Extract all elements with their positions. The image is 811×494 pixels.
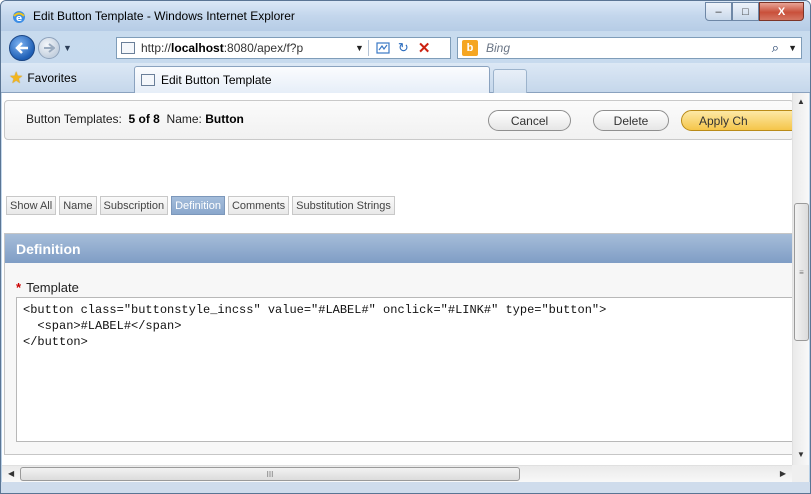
scroll-down-icon[interactable]: ▼ [797, 450, 805, 459]
vertical-scrollbar[interactable]: ▲ ≡ ▼ [792, 93, 809, 465]
scroll-right-icon[interactable]: ▶ [780, 469, 786, 478]
window-controls: – □ X [705, 2, 804, 21]
url-dropdown-icon[interactable]: ▼ [355, 43, 364, 53]
close-icon: X [777, 5, 786, 18]
tab-edit-button-template[interactable]: Edit Button Template [134, 66, 490, 93]
page-icon [121, 42, 135, 54]
bing-logo-icon: b [462, 40, 478, 56]
close-button[interactable]: X [759, 2, 804, 21]
favorites-label: Favorites [27, 71, 77, 85]
tab-subscription[interactable]: Subscription [99, 196, 169, 215]
new-tab-button[interactable] [493, 69, 527, 93]
star-icon: ★ [9, 70, 24, 87]
template-textarea[interactable]: <button class="buttonstyle_incss" value=… [16, 297, 792, 442]
favorites-button[interactable]: ★ Favorites [5, 67, 85, 89]
browser-window: e Edit Button Template - Windows Interne… [0, 0, 811, 494]
search-dropdown-icon[interactable]: ▼ [788, 43, 797, 53]
separator [367, 40, 369, 56]
tab-show-all[interactable]: Show All [6, 196, 57, 215]
tab-definition[interactable]: Definition [171, 196, 225, 215]
search-box[interactable]: b Bing ⌕ ▼ [457, 37, 802, 59]
minimize-button[interactable]: – [705, 2, 732, 21]
tab-substitution-strings[interactable]: Substitution Strings [292, 196, 395, 215]
back-button[interactable] [9, 35, 35, 61]
scrollbar-corner [792, 465, 809, 482]
minimize-icon: – [715, 5, 722, 18]
tab-comments[interactable]: Comments [227, 196, 290, 215]
favorites-bar: ★ Favorites Edit Button Template [1, 63, 810, 93]
tab-label: Edit Button Template [161, 73, 272, 87]
cancel-button[interactable]: Cancel [488, 110, 571, 131]
scroll-left-icon[interactable]: ◀ [8, 469, 14, 478]
back-arrow-icon [15, 42, 28, 54]
delete-button[interactable]: Delete [593, 110, 669, 131]
window-title: Edit Button Template - Windows Internet … [33, 9, 295, 23]
horizontal-scroll-thumb[interactable]: III [20, 467, 520, 481]
maximize-icon: □ [742, 5, 749, 18]
page-viewport: Button Templates: 5 of 8 Name: Button Ca… [2, 93, 792, 465]
history-dropdown-icon[interactable]: ▼ [63, 43, 72, 53]
forward-arrow-icon [44, 43, 55, 53]
navigation-bar: ▼ http://localhost:8080/apex/f?p ▼ ↻ ✕ b… [1, 31, 810, 63]
apply-changes-button[interactable]: Apply Ch [681, 110, 792, 131]
svg-text:e: e [16, 14, 22, 24]
refresh-icon[interactable]: ↻ [398, 40, 409, 56]
tab-name[interactable]: Name [59, 196, 97, 215]
stop-icon[interactable]: ✕ [418, 39, 431, 57]
forward-button[interactable] [38, 37, 60, 59]
template-header: Button Templates: 5 of 8 Name: Button Ca… [4, 100, 792, 140]
address-bar[interactable]: http://localhost:8080/apex/f?p ▼ ↻ ✕ [116, 37, 451, 59]
section-tabs: Show All Name Subscription Definition Co… [6, 196, 398, 215]
template-field-label: * Template [16, 280, 79, 295]
status-bar [1, 482, 810, 493]
required-marker: * [16, 280, 22, 295]
page-icon [141, 74, 155, 86]
vertical-scroll-thumb[interactable]: ≡ [794, 203, 809, 341]
region-heading: Definition [5, 234, 792, 263]
definition-region: Definition * Template <button class="butt… [4, 233, 792, 455]
compat-view-icon[interactable] [376, 41, 390, 55]
title-bar: e Edit Button Template - Windows Interne… [1, 1, 810, 31]
ie-logo-icon: e [13, 11, 25, 24]
horizontal-scrollbar[interactable]: ◀ III ▶ [2, 465, 792, 482]
grip-icon: III [266, 469, 274, 479]
url-text[interactable]: http://localhost:8080/apex/f?p [141, 41, 351, 55]
scroll-up-icon[interactable]: ▲ [797, 97, 805, 106]
maximize-button[interactable]: □ [732, 2, 759, 21]
search-placeholder: Bing [486, 41, 511, 55]
grip-icon: ≡ [799, 267, 804, 277]
template-breadcrumb: Button Templates: 5 of 8 Name: Button [26, 112, 244, 126]
search-icon[interactable]: ⌕ [772, 40, 779, 56]
